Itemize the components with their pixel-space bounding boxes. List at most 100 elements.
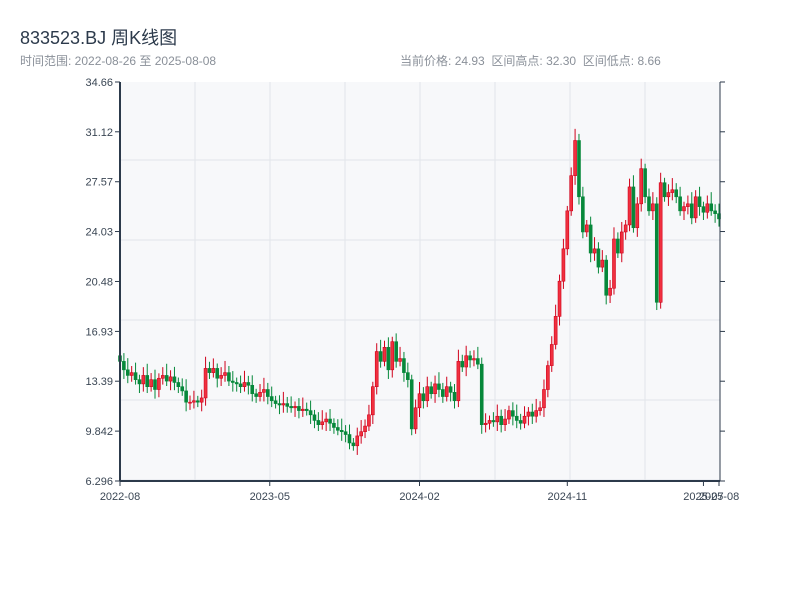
candle-body: [413, 407, 418, 430]
candle-body: [234, 382, 239, 385]
candle-body: [347, 434, 352, 444]
candle-body: [705, 203, 710, 213]
candle-body: [479, 363, 484, 425]
y-tick-label: 13.39: [85, 376, 113, 388]
candle-body: [269, 396, 274, 402]
x-tick-label: 2022-08: [100, 491, 140, 503]
candle-body: [709, 203, 714, 212]
candle-body: [456, 361, 461, 402]
candle-body: [522, 415, 527, 424]
candle-body: [378, 351, 383, 362]
candle-body: [293, 406, 297, 409]
candle-body: [573, 140, 577, 176]
candle-body: [686, 203, 690, 207]
candle-body: [192, 400, 196, 403]
candle-body: [693, 196, 698, 219]
candle-body: [468, 355, 472, 361]
candle-body: [266, 389, 270, 397]
candle-body: [546, 365, 550, 390]
x-tick-label: 2023-05: [250, 491, 290, 503]
candle-body: [674, 189, 679, 198]
candle-body: [254, 393, 258, 397]
candle-body: [592, 248, 597, 254]
candle-body: [281, 403, 286, 406]
candle-body: [304, 408, 309, 411]
candle-body: [565, 210, 570, 250]
candle-body: [476, 358, 480, 365]
candle-body: [242, 382, 247, 387]
candle-body: [651, 203, 655, 212]
candle-body: [355, 435, 360, 447]
candle-body: [145, 375, 150, 387]
y-tick-label: 6.296: [85, 476, 113, 488]
candle-body: [328, 418, 332, 424]
candle-body: [308, 410, 313, 416]
candle-body: [514, 415, 519, 421]
y-tick-label: 16.93: [85, 326, 113, 338]
candle-body: [511, 410, 515, 417]
x-tick-label: 2025-08: [699, 491, 739, 503]
candle-body: [382, 347, 387, 362]
candle-body: [553, 316, 558, 345]
y-tick-label: 9.842: [85, 426, 113, 438]
candle-body: [227, 372, 231, 382]
candle-body: [429, 386, 433, 395]
candle-body: [549, 344, 554, 366]
candle-body: [184, 390, 188, 403]
candle-body: [122, 361, 126, 371]
candle-body: [635, 203, 640, 229]
candle-body: [417, 393, 422, 409]
candle-body: [472, 358, 476, 361]
candle-body: [238, 383, 243, 387]
candle-body: [168, 376, 173, 382]
candle-body: [647, 196, 651, 212]
candle-body: [250, 384, 255, 395]
candle-body: [697, 196, 702, 207]
candle-body: [619, 231, 624, 254]
candle-body: [339, 430, 344, 433]
candle-body: [359, 431, 363, 437]
candle-body: [623, 224, 628, 233]
candle-body: [596, 248, 601, 268]
candle-body: [569, 175, 573, 212]
candle-body: [324, 418, 328, 423]
candle-body: [141, 375, 146, 385]
candle-body: [713, 210, 717, 214]
candle-body: [160, 375, 165, 379]
candle-body: [164, 375, 169, 382]
x-tick-label: 2024-02: [399, 491, 439, 503]
candle-body: [137, 379, 142, 385]
candle-body: [157, 377, 161, 390]
candle-body: [460, 361, 465, 368]
candle-body: [409, 379, 414, 430]
candle-body: [230, 380, 235, 383]
y-tick-label: 20.48: [85, 276, 113, 288]
candle-body: [406, 372, 410, 380]
candle-body: [398, 358, 402, 362]
candle-body: [371, 386, 375, 416]
candle-body: [639, 168, 644, 205]
candle-body: [188, 401, 192, 404]
candle-body: [701, 206, 706, 213]
candle-body: [172, 376, 177, 383]
candle-body: [437, 383, 441, 390]
candle-body: [670, 189, 675, 193]
y-tick-label: 34.66: [85, 77, 113, 89]
candle-body: [273, 400, 278, 404]
candle-body: [441, 389, 445, 397]
candle-body: [654, 203, 659, 303]
candle-body: [211, 368, 216, 373]
y-tick-label: 24.03: [85, 227, 113, 239]
candle-body: [600, 259, 605, 268]
candle-body: [433, 383, 437, 395]
candle-body: [301, 408, 305, 411]
candle-body: [643, 168, 647, 198]
candle-body: [149, 379, 153, 387]
candle-body: [678, 196, 682, 212]
y-tick-label: 31.12: [85, 127, 113, 139]
candle-body: [332, 422, 336, 428]
candle-body: [207, 368, 212, 373]
candle-body: [129, 372, 134, 376]
candle-body: [394, 341, 398, 362]
candle-body: [658, 182, 663, 303]
